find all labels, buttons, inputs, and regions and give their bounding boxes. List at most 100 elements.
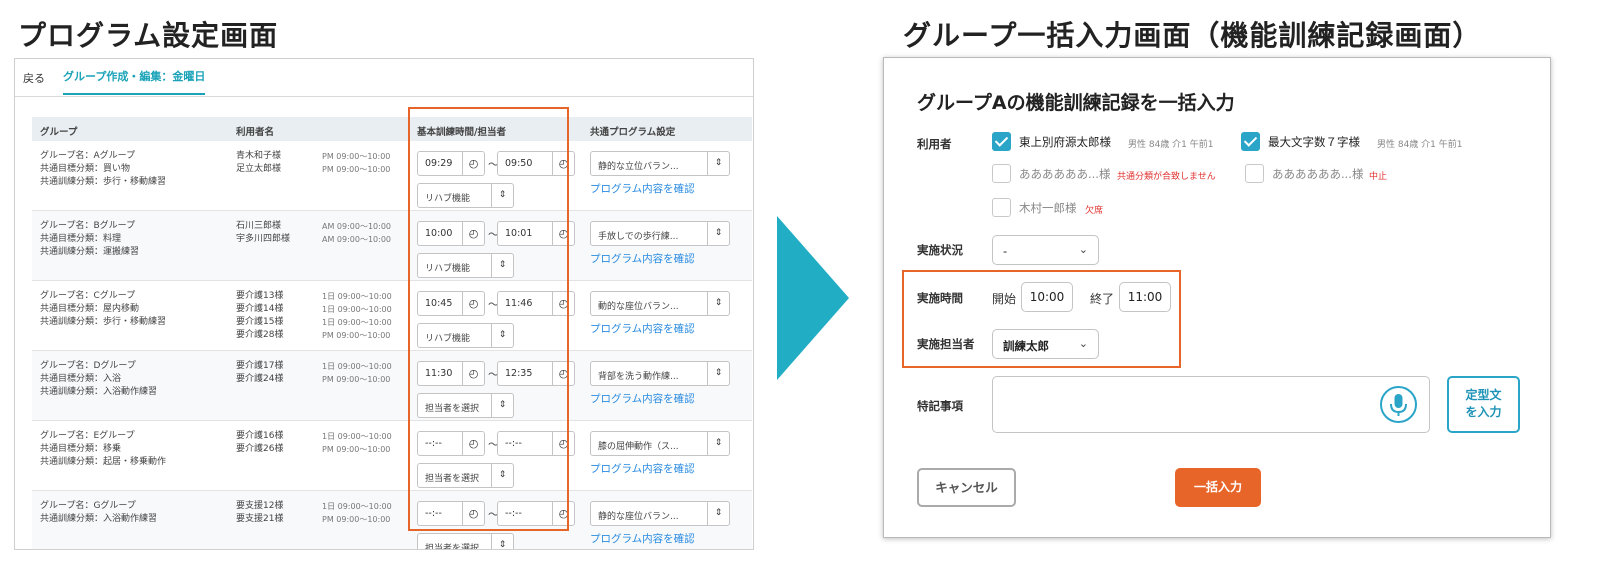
notes-textarea[interactable] — [992, 376, 1430, 433]
table-header: グループ 利用者名 基本訓練時間/担当者 共通プログラム設定 — [32, 117, 752, 141]
staff-select[interactable]: 訓練太郎 ⌄ — [992, 329, 1099, 359]
user-checkbox[interactable] — [992, 132, 1011, 151]
group-line: 共通訓練分類：歩行・移動練習 — [40, 317, 167, 327]
updown-icon: ⇕ — [707, 362, 729, 385]
staff-select[interactable]: 担当者を選択 ⇕ — [417, 533, 514, 550]
updown-icon: ⇕ — [707, 432, 729, 455]
program-table: グループ 利用者名 基本訓練時間/担当者 共通プログラム設定 グループ名：Aグル… — [32, 117, 752, 550]
user-time: PM 09:00〜10:00 — [322, 165, 391, 174]
table-row: グループ名：Aグループ 共通目標分類：買い物 共通訓練分類：歩行・移動練習 青木和子様… — [32, 141, 752, 211]
table-body: グループ名：Aグループ 共通目標分類：買い物 共通訓練分類：歩行・移動練習 青木和子様… — [32, 141, 752, 550]
program-value: 静的な立位バラン... — [598, 162, 679, 172]
user-list: 要介護13様 要介護14様 要介護15様 要介護28様 — [236, 290, 283, 342]
user-time: 1日 09:00〜10:00 — [322, 432, 392, 441]
user-checkbox[interactable] — [1245, 164, 1264, 183]
program-select[interactable]: 動的な座位バラン... ⇕ — [590, 291, 730, 316]
updown-icon: ⇕ — [707, 502, 729, 525]
program-select[interactable]: 膝の屈伸動作（ス... ⇕ — [590, 431, 730, 456]
group-info: グループ名：Dグループ 共通目標分類：入浴 共通訓練分類：入浴動作練習 — [40, 360, 225, 399]
user-time: 1日 09:00〜10:00 — [322, 502, 392, 511]
status-value: - — [1003, 244, 1008, 258]
microphone-icon[interactable] — [1380, 386, 1417, 423]
start-time-input[interactable]: 10:00 — [1021, 282, 1073, 312]
user-time: PM 09:00〜10:00 — [322, 515, 391, 524]
template-button-line2: を入力 — [1465, 405, 1502, 419]
user-name: 木村一郎様 — [1019, 201, 1077, 215]
user-times: 1日 09:00〜10:00 PM 09:00〜10:00 — [322, 500, 392, 526]
group-line: 共通目標分類：料理 — [40, 234, 122, 244]
user-checkbox[interactable] — [992, 198, 1011, 217]
table-row: グループ名：Cグループ 共通目標分類：屋内移動 共通訓練分類：歩行・移動練習 要介護1… — [32, 281, 752, 351]
user-checkbox[interactable] — [992, 164, 1011, 183]
program-select[interactable]: 手放しでの歩行練... ⇕ — [590, 221, 730, 246]
group-line: 共通訓練分類：入浴動作練習 — [40, 387, 158, 397]
program-select[interactable]: 静的な座位バラン... ⇕ — [590, 501, 730, 526]
chevron-down-icon: ⌄ — [1078, 243, 1088, 256]
staff-value: 担当者を選択 — [425, 544, 480, 550]
cancel-button[interactable]: キャンセル — [917, 468, 1016, 507]
program-detail-link[interactable]: プログラム内容を確認 — [590, 531, 695, 546]
back-link[interactable]: 戻る — [23, 70, 45, 86]
user-name: 東上別府源太郎様 — [1019, 135, 1111, 149]
bulk-input-panel: グループAの機能訓練記録を一括入力 利用者 東上別府源太郎様 男性 84歳 介1… — [883, 57, 1551, 538]
group-line: 共通訓練分類：運搬練習 — [40, 247, 140, 257]
user-name: 要介護14様 — [236, 304, 284, 314]
program-select[interactable]: 背部を洗う動作練... ⇕ — [590, 361, 730, 386]
end-label: 終了 — [1090, 292, 1115, 306]
bulk-submit-button[interactable]: 一括入力 — [1175, 468, 1261, 507]
program-detail-link[interactable]: プログラム内容を確認 — [590, 251, 695, 266]
status-select[interactable]: - ⌄ — [992, 235, 1099, 265]
template-button-line1: 定型文 — [1465, 388, 1502, 402]
group-info: グループ名：Aグループ 共通目標分類：買い物 共通訓練分類：歩行・移動練習 — [40, 150, 225, 189]
user-name: 要介護13様 — [236, 291, 284, 301]
user-name: 青木和子様 — [236, 151, 282, 161]
user-list: 青木和子様 足立太郎様 — [236, 150, 281, 176]
program-select[interactable]: 静的な立位バラン... ⇕ — [590, 151, 730, 176]
header-users: 利用者名 — [236, 127, 275, 138]
program-settings-panel: 戻る グループ作成・編集：金曜日 グループ 利用者名 基本訓練時間/担当者 共通… — [14, 58, 754, 550]
program-detail-link[interactable]: プログラム内容を確認 — [590, 391, 695, 406]
group-line: グループ名：Cグループ — [40, 291, 136, 301]
user-time: PM 09:00〜10:00 — [322, 152, 391, 161]
program-detail-link[interactable]: プログラム内容を確認 — [590, 461, 695, 476]
user-time: 1日 09:00〜10:00 — [322, 362, 392, 371]
time-label: 実施時間 — [917, 291, 963, 305]
group-line: 共通訓練分類：入浴動作練習 — [40, 514, 158, 524]
updown-icon: ⇕ — [491, 534, 513, 549]
left-section-title: プログラム設定画面 — [18, 19, 279, 52]
group-line: 共通目標分類：移乗 — [40, 444, 122, 454]
program-value: 静的な座位バラン... — [598, 512, 679, 522]
group-line: 共通訓練分類：歩行・移動練習 — [40, 177, 167, 187]
program-value: 膝の屈伸動作（ス... — [598, 442, 679, 452]
tab-group-edit[interactable]: グループ作成・編集：金曜日 — [63, 68, 206, 95]
program-detail-link[interactable]: プログラム内容を確認 — [590, 321, 695, 336]
program-detail-link[interactable]: プログラム内容を確認 — [590, 181, 695, 196]
program-value: 動的な座位バラン... — [598, 302, 679, 312]
user-checkbox[interactable] — [1241, 132, 1260, 151]
updown-icon: ⇕ — [707, 152, 729, 175]
table-row: グループ名：Bグループ 共通目標分類：料理 共通訓練分類：運搬練習 石川三郎様 宇多川四… — [32, 211, 752, 281]
user-warning: 欠席 — [1085, 206, 1104, 216]
group-info: グループ名：Gグループ 共通訓練分類：入浴動作練習 — [40, 500, 225, 526]
user-name: 宇多川四郎様 — [236, 234, 291, 244]
group-line: 共通目標分類：買い物 — [40, 164, 131, 174]
table-row: グループ名：Dグループ 共通目標分類：入浴 共通訓練分類：入浴動作練習 要介護17様要… — [32, 351, 752, 421]
user-name: 要介護26様 — [236, 444, 284, 454]
user-list: 要介護17様 要介護24様 — [236, 360, 283, 386]
user-times: AM 09:00〜10:00 AM 09:00〜10:00 — [322, 220, 391, 246]
program-value: 手放しでの歩行練... — [598, 232, 679, 242]
user-time: PM 09:00〜10:00 — [322, 445, 391, 454]
user-name: 最大文字数７字様 — [1268, 135, 1360, 149]
notes-label: 特記事項 — [917, 399, 963, 413]
template-text-button[interactable]: 定型文 を入力 — [1447, 376, 1520, 433]
user-time: PM 09:00〜10:00 — [322, 331, 391, 340]
user-time: 1日 09:00〜10:00 — [322, 318, 392, 327]
header-group: グループ — [40, 127, 78, 138]
user-meta: 男性 84歳 介1 午前1 — [1377, 140, 1463, 150]
chevron-down-icon: ⌄ — [1078, 337, 1088, 350]
header-common-program: 共通プログラム設定 — [590, 127, 676, 138]
table-row: グループ名：Eグループ 共通目標分類：移乗 共通訓練分類：起居・移乗動作 要介護16様… — [32, 421, 752, 491]
end-time-input[interactable]: 11:00 — [1119, 282, 1171, 312]
group-line: グループ名：Eグループ — [40, 431, 135, 441]
group-line: 共通訓練分類：起居・移乗動作 — [40, 457, 167, 467]
